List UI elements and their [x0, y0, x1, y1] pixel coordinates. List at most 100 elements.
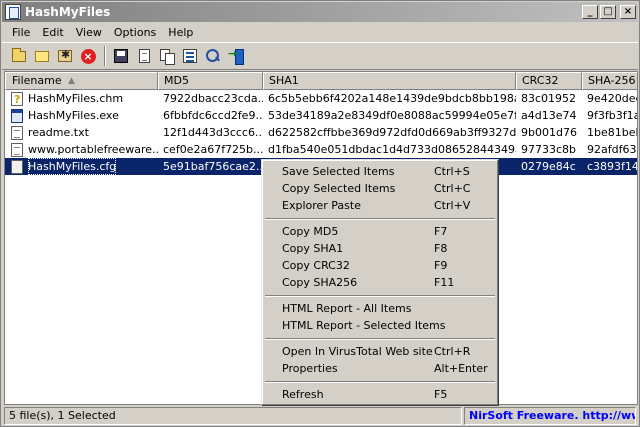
context-menu: Save Selected Items Ctrl+S Copy Selected … — [261, 159, 499, 406]
app-icon — [5, 4, 21, 20]
exit-button[interactable] — [225, 45, 247, 67]
nirsoft-link[interactable]: NirSoft Freeware. http://www — [464, 407, 636, 425]
filename-text: HashMyFiles.cfg — [28, 158, 117, 175]
cell-sha1: 53de34189a2e8349df0e8088ac59994e05e7fecd — [268, 109, 516, 122]
cell-sha256: 92afdf63c — [587, 143, 638, 156]
cell-md5: 7922dbacc23cda... — [163, 92, 263, 105]
cell-sha256: 9e420dec — [587, 92, 638, 105]
properties-icon — [183, 49, 197, 63]
add-wildcard-icon — [58, 48, 72, 62]
menu-separator — [264, 334, 496, 343]
menu-item-label: Copy SHA1 — [282, 242, 344, 255]
menu-item-save-selected[interactable]: Save Selected Items Ctrl+S — [264, 163, 496, 180]
menu-item-label: HTML Report - Selected Items — [282, 319, 446, 332]
cell-sha1: 6c5b5ebb6f4202a148e1439de9bdcb8bb198a7ac — [268, 92, 516, 105]
menu-item-label: Copy CRC32 — [282, 259, 350, 272]
find-button[interactable] — [202, 45, 224, 67]
open-files-icon — [12, 47, 26, 62]
list-header: Filename ▲ MD5 SHA1 CRC32 SHA-256 — [5, 72, 637, 90]
menu-file[interactable]: File — [6, 26, 36, 39]
maximize-button[interactable]: □ — [600, 5, 616, 19]
status-bar: 5 file(s), 1 Selected NirSoft Freeware. … — [2, 406, 638, 426]
menu-options[interactable]: Options — [108, 26, 162, 39]
properties-button[interactable] — [179, 45, 201, 67]
menu-item-refresh[interactable]: Refresh F5 — [264, 386, 496, 403]
cell-crc32: 0279e84c — [521, 160, 576, 173]
html-report-icon — [138, 49, 150, 63]
text-file-icon — [11, 142, 23, 157]
menu-item-label: Copy SHA256 — [282, 276, 358, 289]
cell-crc32: 97733c8b — [521, 143, 577, 156]
cell-filename: HashMyFiles.chm — [5, 90, 158, 107]
open-folder-button[interactable] — [31, 45, 53, 67]
column-header-filename[interactable]: Filename ▲ — [5, 72, 158, 90]
menu-item-explorer-paste[interactable]: Explorer Paste Ctrl+V — [264, 197, 496, 214]
table-row[interactable]: HashMyFiles.chm 7922dbacc23cda... 6c5b5e… — [5, 90, 638, 107]
save-button[interactable] — [110, 45, 132, 67]
column-header-crc32[interactable]: CRC32 — [516, 72, 582, 90]
menu-separator — [264, 214, 496, 223]
text-file-icon — [11, 125, 23, 140]
executable-file-icon — [11, 108, 23, 123]
save-icon — [114, 49, 128, 63]
sort-ascending-icon: ▲ — [68, 76, 75, 86]
menu-item-shortcut: F5 — [434, 388, 448, 401]
menu-item-shortcut: F8 — [434, 242, 448, 255]
add-wildcard-button[interactable] — [54, 45, 76, 67]
menu-item-label: Open In VirusTotal Web site — [282, 345, 433, 358]
menu-item-open-virustotal[interactable]: Open In VirusTotal Web site Ctrl+R — [264, 343, 496, 360]
help-file-icon — [11, 91, 23, 107]
menu-help[interactable]: Help — [162, 26, 199, 39]
open-files-button[interactable] — [8, 45, 30, 67]
cell-crc32: 83c01952 — [521, 92, 577, 105]
cell-filename: readme.txt — [5, 124, 158, 141]
config-file-icon — [11, 159, 23, 174]
cell-sha256: 9f3fb3f1a — [587, 109, 638, 122]
menu-item-properties[interactable]: Properties Alt+Enter — [264, 360, 496, 377]
menu-item-shortcut: Ctrl+R — [434, 345, 471, 358]
copy-icon — [160, 49, 175, 65]
toolbar-separator — [104, 46, 106, 66]
copy-button[interactable] — [156, 45, 178, 67]
status-file-count: 5 file(s), 1 Selected — [4, 407, 462, 425]
cell-filename: HashMyFiles.exe — [5, 107, 158, 124]
filename-text: www.portablefreeware... — [28, 143, 158, 156]
menu-item-shortcut: Ctrl+S — [434, 165, 470, 178]
html-report-button[interactable] — [133, 45, 155, 67]
cell-crc32: 9b001d76 — [521, 126, 577, 139]
cell-md5: 6fbbfdc6ccd2fe9... — [163, 109, 263, 122]
menu-item-shortcut: Ctrl+V — [434, 199, 471, 212]
menu-item-copy-selected[interactable]: Copy Selected Items Ctrl+C — [264, 180, 496, 197]
menu-edit[interactable]: Edit — [36, 26, 69, 39]
cell-filename: www.portablefreeware... — [5, 141, 158, 158]
menu-view[interactable]: View — [70, 26, 108, 39]
menu-item-html-report-all[interactable]: HTML Report - All Items — [264, 300, 496, 317]
stop-button[interactable]: × — [77, 45, 99, 67]
cell-sha1: d1fba540e051dbdac1d4d733d08652844349af5e — [268, 143, 516, 156]
table-row[interactable]: www.portablefreeware... cef0e2a67f725b..… — [5, 141, 638, 158]
menu-item-copy-md5[interactable]: Copy MD5 F7 — [264, 223, 496, 240]
stop-icon: × — [80, 48, 96, 64]
column-header-md5[interactable]: MD5 — [158, 72, 263, 90]
menu-item-copy-crc32[interactable]: Copy CRC32 F9 — [264, 257, 496, 274]
menu-item-copy-sha1[interactable]: Copy SHA1 F8 — [264, 240, 496, 257]
menu-item-html-report-selected[interactable]: HTML Report - Selected Items — [264, 317, 496, 334]
menu-item-shortcut: Alt+Enter — [434, 362, 488, 375]
menu-item-label: Copy MD5 — [282, 225, 339, 238]
menu-item-label: HTML Report - All Items — [282, 302, 412, 315]
column-header-sha256[interactable]: SHA-256 — [582, 72, 637, 90]
cell-md5: 5e91baf756cae2... — [163, 160, 263, 173]
title-bar[interactable]: HashMyFiles _ □ × — [2, 2, 638, 22]
close-button[interactable]: × — [620, 5, 636, 19]
table-row[interactable]: readme.txt 12f1d443d3ccc6... d622582cffb… — [5, 124, 637, 141]
filename-text: HashMyFiles.exe — [28, 109, 119, 122]
menu-item-shortcut: F7 — [434, 225, 448, 238]
filename-text: HashMyFiles.chm — [28, 92, 124, 105]
find-icon — [206, 49, 220, 63]
table-row[interactable]: HashMyFiles.exe 6fbbfdc6ccd2fe9... 53de3… — [5, 107, 638, 124]
menu-separator — [264, 377, 496, 386]
minimize-button[interactable]: _ — [582, 5, 598, 19]
column-header-sha1[interactable]: SHA1 — [263, 72, 516, 90]
menu-item-copy-sha256[interactable]: Copy SHA256 F11 — [264, 274, 496, 291]
menu-item-label: Refresh — [282, 388, 324, 401]
